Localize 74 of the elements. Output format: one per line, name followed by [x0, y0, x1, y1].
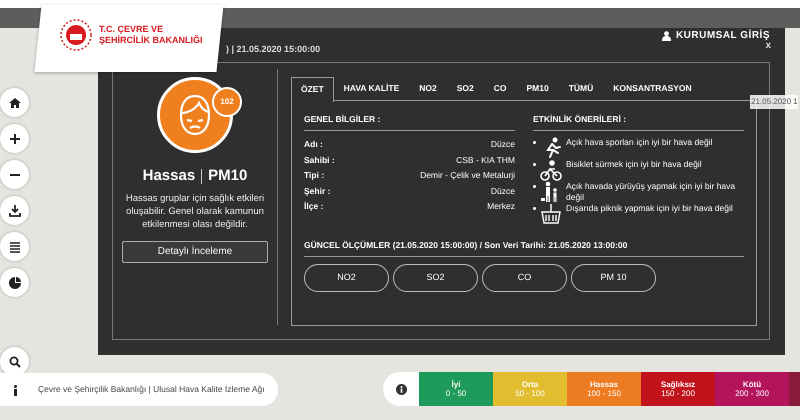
field-value: Düzce	[490, 138, 515, 151]
home-icon	[8, 96, 20, 108]
activity-text: Açık havada yürüyüş yapmak için iyi bir hava değil	[566, 180, 736, 203]
pie-chart-icon	[8, 276, 20, 288]
login-link[interactable]: KURUMSAL GİRİŞ	[662, 28, 770, 43]
activity-text: Açık hava sporları için iyi bir hava değil	[566, 136, 712, 148]
map-control-button[interactable]	[0, 268, 29, 297]
field-label: Adı :	[304, 138, 323, 151]
legend-label: İyi	[452, 380, 460, 389]
field-label: İlçe :	[304, 200, 324, 213]
field-label: Şehir :	[304, 184, 330, 198]
section-heading: ETKİNLİK ÖNERİLERİ :	[533, 113, 744, 131]
legend-info-button[interactable]	[383, 372, 419, 406]
section-heading: GENEL BİLGİLER :	[304, 113, 515, 131]
user-icon	[662, 30, 671, 40]
bullet-icon	[533, 162, 536, 166]
info-icon	[396, 384, 406, 394]
legend-label: Orta	[522, 380, 538, 389]
tab[interactable]: KONSANTRASYON	[603, 75, 702, 100]
map-control-button[interactable]	[0, 196, 29, 225]
pollutant-button[interactable]: CO	[482, 264, 567, 292]
legend-label: Kötü	[742, 380, 762, 389]
tab[interactable]: ÖZET	[291, 76, 334, 102]
search-icon	[8, 356, 20, 368]
map-control-button[interactable]	[0, 347, 29, 376]
bullet-icon	[533, 206, 536, 210]
tab[interactable]: PM10	[516, 75, 559, 100]
legend-label: Hassas	[590, 380, 618, 389]
category-label: Hassas	[142, 166, 196, 186]
tab[interactable]: TÜMÜ	[558, 75, 604, 100]
attribution-text: Çevre ve Şehirçilik Bakanlığı | Ulusal Hava Kalite İzleme Ağı	[38, 383, 265, 396]
pollutant-button[interactable]: NO2	[304, 264, 389, 292]
legend-range: 50 - 100	[515, 389, 545, 398]
info-icon	[12, 384, 18, 396]
tab[interactable]: SO2	[446, 75, 484, 100]
map-control-button[interactable]	[0, 160, 29, 189]
field-value: Demir - Çelik ve Metalurji	[420, 169, 515, 182]
cyclist-icon	[540, 158, 562, 181]
activity-text: Dışarıda piknik yapmak için iyi bir hava değil	[566, 202, 733, 214]
list-icon	[8, 240, 20, 252]
close-button[interactable]: x	[765, 41, 771, 51]
measurements-heading: GÜNCEL ÖLÇÜMLER (21.05.2020 15:00:00) / Son Veri Tarihi: 21.05.2020 13:00:00	[304, 238, 744, 256]
field-value: CSB - KIA THM	[456, 154, 515, 166]
activity-text: Bisiklet sürmek için iyi bir hava değil	[566, 158, 702, 170]
download-icon	[8, 204, 20, 216]
legend-range: 200 - 300	[735, 389, 769, 398]
map-control-button[interactable]	[0, 88, 29, 117]
plus-icon	[8, 132, 20, 144]
pollutant-button[interactable]: PM 10	[571, 264, 656, 292]
bullet-icon	[533, 140, 536, 144]
legend-range: 100 - 150	[587, 389, 621, 398]
tab[interactable]: HAVA KALİTE	[334, 75, 410, 100]
index-badge: 102	[212, 87, 242, 117]
status-description: Hassas gruplar için sağlık etkileri oluşabilir. Genel olarak kamunun etkilenmesi olası değildir.	[124, 192, 266, 230]
map-control-button[interactable]	[0, 124, 29, 153]
modal-title: ) | 21.05.2020 15:00:00	[226, 42, 320, 56]
pollutant-label: PM10	[208, 166, 248, 186]
logo-text: T.C. ÇEVRE VE ŞEHİRCİLİK BAKANLIĞI	[99, 24, 203, 46]
field-label: Tipi :	[304, 169, 324, 182]
tab[interactable]: CO	[484, 75, 516, 100]
legend-range: 150 - 200	[661, 389, 695, 398]
map-date: 21.05.2020 1	[750, 95, 798, 109]
field-label: Sahibi :	[304, 154, 335, 166]
pollutant-button[interactable]: SO2	[393, 264, 478, 292]
basket-icon	[540, 202, 562, 225]
legend-label: Sağlıksız	[660, 380, 696, 389]
tab[interactable]: NO2	[409, 75, 447, 100]
legend-range: 0 - 50	[446, 389, 466, 398]
emblem-icon	[59, 18, 94, 52]
details-button[interactable]: Detaylı İnceleme	[122, 240, 268, 262]
field-value: Düzce	[490, 184, 515, 198]
field-value: Merkez	[487, 200, 515, 213]
map-control-button[interactable]	[0, 232, 29, 261]
bullet-icon	[533, 184, 536, 188]
